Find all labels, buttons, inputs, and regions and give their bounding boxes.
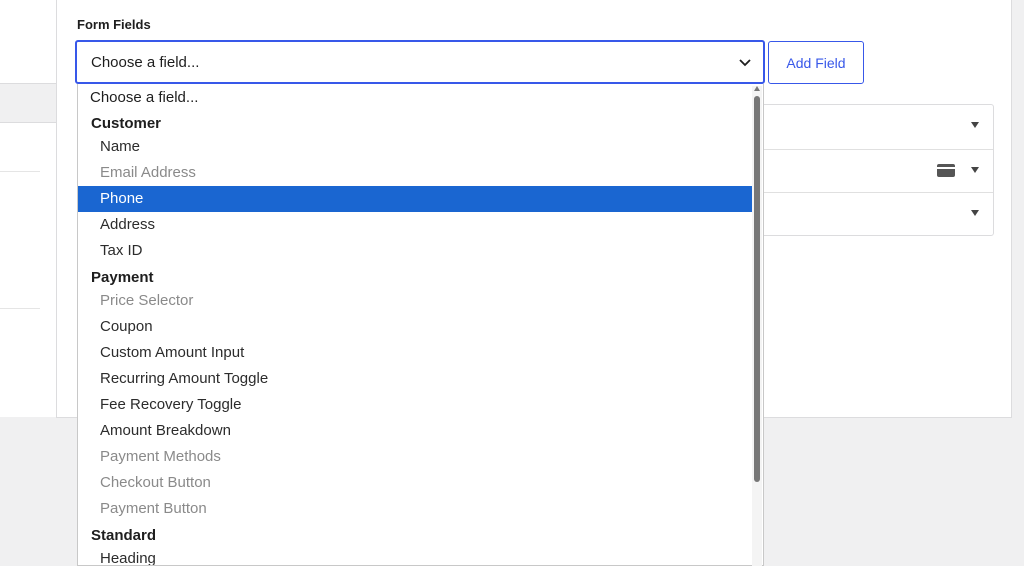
field-row[interactable] (761, 105, 993, 148)
option-fee-recovery-toggle[interactable]: Fee Recovery Toggle (78, 392, 754, 418)
divider (0, 171, 40, 172)
section-label: Form Fields (77, 17, 151, 32)
option-amount-breakdown[interactable]: Amount Breakdown (78, 418, 754, 444)
option-payment-button: Payment Button (100, 500, 207, 517)
option-checkout-button: Checkout Button (100, 474, 211, 491)
dropdown-scrollbar[interactable] (752, 86, 762, 566)
option-heading[interactable]: Heading (78, 546, 754, 565)
option-coupon[interactable]: Coupon (78, 314, 754, 340)
left-top-panel (0, 0, 57, 84)
add-field-button[interactable]: Add Field (768, 41, 864, 84)
scrollbar-thumb[interactable] (754, 96, 760, 482)
field-select[interactable]: Choose a field... (75, 40, 765, 84)
option-tax-id[interactable]: Tax ID (78, 238, 754, 264)
option-price-selector: Price Selector (100, 292, 194, 309)
field-row[interactable] (761, 149, 993, 192)
caret-down-icon[interactable] (971, 122, 979, 128)
field-select-value: Choose a field... (91, 53, 200, 71)
caret-down-icon[interactable] (971, 167, 979, 173)
option-custom-amount-input[interactable]: Custom Amount Input (78, 340, 754, 366)
left-column (0, 0, 57, 417)
divider (0, 308, 40, 309)
option-placeholder[interactable]: Choose a field... (78, 85, 754, 111)
field-rows (760, 104, 994, 236)
scroll-up-arrow-icon[interactable] (754, 86, 760, 91)
chevron-down-icon (739, 59, 751, 67)
credit-card-icon (937, 164, 955, 177)
field-dropdown-list: Choose a field... Customer Name Email Ad… (77, 84, 764, 566)
option-email-address: Email Address (100, 164, 196, 181)
field-row[interactable] (761, 192, 993, 235)
option-recurring-amount-toggle[interactable]: Recurring Amount Toggle (78, 366, 754, 392)
option-address[interactable]: Address (78, 212, 754, 238)
option-name[interactable]: Name (78, 134, 754, 160)
caret-down-icon[interactable] (971, 210, 979, 216)
option-payment-methods: Payment Methods (100, 448, 221, 465)
left-bottom-panel (0, 122, 57, 417)
option-phone[interactable]: Phone (78, 186, 754, 212)
